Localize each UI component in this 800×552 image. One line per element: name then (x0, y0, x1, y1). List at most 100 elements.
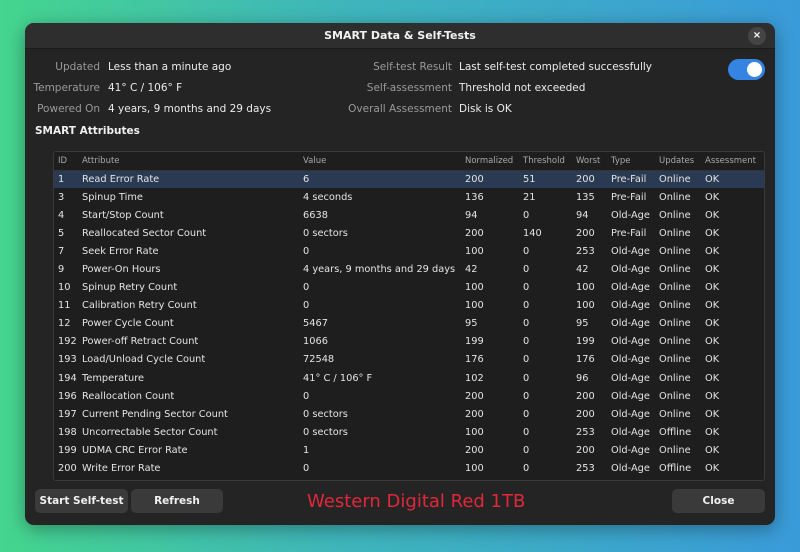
close-button[interactable]: Close (672, 489, 765, 513)
table-cell: 100 (465, 463, 484, 475)
table-row[interactable]: 4 Start/Stop Count 6638 94 0 94 Old-Age Online O… (54, 206, 764, 224)
table-cell: 0 sectors (303, 426, 348, 438)
table-cell: 0 (303, 300, 310, 312)
table-cell: OK (705, 408, 720, 420)
table-cell: 100 (465, 245, 484, 257)
table-cell: Old-Age (611, 444, 650, 456)
table-cell: 253 (576, 245, 595, 257)
column-header[interactable]: Value (299, 152, 461, 171)
table-cell: 0 (523, 318, 530, 330)
table-cell: 197 (58, 408, 77, 420)
table-cell: OK (705, 426, 720, 438)
table-row[interactable]: 194 Temperature 41° C / 106° F 102 0 96 Old-Ag… (54, 369, 764, 387)
table-cell: 72548 (303, 354, 335, 366)
table-cell: Offline (659, 426, 692, 438)
column-header[interactable]: Updates (655, 152, 701, 171)
table-cell: 199 (465, 336, 484, 348)
table-cell: Power Cycle Count (82, 318, 174, 330)
table-cell: 0 (303, 282, 310, 294)
table-row[interactable]: 1 Read Error Rate 6 200 51 200 Pre-Fail Online O… (54, 170, 764, 189)
table-cell: Old-Age (611, 463, 650, 475)
close-icon[interactable]: × (748, 27, 766, 45)
table-cell: Load/Unload Cycle Count (82, 354, 206, 366)
column-header[interactable]: ID (54, 152, 78, 171)
table-cell: 0 (523, 282, 530, 294)
smart-enable-toggle[interactable] (728, 59, 765, 80)
table-cell: 100 (576, 300, 595, 312)
table-cell: 0 (523, 209, 530, 221)
table-cell: 0 (523, 390, 530, 402)
table-cell: Old-Age (611, 354, 650, 366)
table-cell: 94 (576, 209, 589, 221)
table-row[interactable]: 200 Write Error Rate 0 100 0 253 Old-Age Offlin… (54, 460, 764, 478)
table-cell: 0 (523, 426, 530, 438)
table-row[interactable]: 11 Calibration Retry Count 0 100 0 100 Old-Age… (54, 297, 764, 315)
table-cell: Pre-Fail (611, 191, 647, 203)
table-cell: Old-Age (611, 264, 650, 276)
start-self-test-button[interactable]: Start Self-test (35, 489, 128, 513)
table-cell: 0 (523, 354, 530, 366)
table-row[interactable]: 3 Spinup Time 4 seconds 136 21 135 Pre-Fail Onl… (54, 188, 764, 206)
column-header[interactable]: Assessment (701, 152, 764, 171)
table-cell: 0 (523, 245, 530, 257)
table-cell: 100 (576, 282, 595, 294)
table-row[interactable]: 5 Reallocated Sector Count 0 sectors 200 140… (54, 224, 764, 242)
column-header[interactable]: Worst (572, 152, 607, 171)
table-cell: 135 (576, 191, 595, 203)
table-cell: Old-Age (611, 426, 650, 438)
table-cell: OK (705, 444, 720, 456)
table-cell: Pre-Fail (611, 227, 647, 239)
table-cell: 0 sectors (303, 408, 348, 420)
refresh-button[interactable]: Refresh (131, 489, 223, 513)
table-cell: 1066 (303, 336, 328, 348)
table-row[interactable]: 198 Uncorrectable Sector Count 0 sectors 10… (54, 423, 764, 441)
toggle-knob (747, 62, 762, 77)
table-row[interactable]: 193 Load/Unload Cycle Count 72548 176 0 176 Ol… (54, 351, 764, 369)
table-row[interactable]: 192 Power-off Retract Count 1066 199 0 199 Old… (54, 333, 764, 351)
table-cell: 96 (576, 372, 589, 384)
table-cell: 4 seconds (303, 191, 353, 203)
table-cell: 199 (576, 336, 595, 348)
overall-assessment-value: Disk is OK (459, 103, 512, 115)
table-cell: 199 (58, 444, 77, 456)
table-cell: OK (705, 191, 720, 203)
table-row[interactable]: 197 Current Pending Sector Count 0 sectors… (54, 405, 764, 423)
temperature-value: 41° C / 106° F (108, 82, 183, 94)
titlebar: SMART Data & Self-Tests × (25, 23, 775, 49)
table-cell: Read Error Rate (78, 170, 299, 189)
overall-assessment-label: Overall Assessment (348, 103, 452, 115)
table-cell: Online (659, 390, 691, 402)
table-row[interactable]: 9 Power-On Hours 4 years, 9 months and 29 … (54, 260, 764, 278)
table-cell: 51 (519, 170, 572, 189)
table-cell: 100 (465, 426, 484, 438)
table-cell: 200 (461, 170, 519, 189)
table-cell: 198 (58, 426, 77, 438)
table-cell: Reallocation Count (82, 390, 175, 402)
table-cell: Online (659, 336, 691, 348)
table-cell: 253 (576, 463, 595, 475)
column-header[interactable]: Attribute (78, 152, 299, 171)
table-row[interactable]: 12 Power Cycle Count 5467 95 0 95 Old-Age Onlin… (54, 315, 764, 333)
attributes-table[interactable]: ID Attribute Value Normalized Threshold Worst… (53, 151, 765, 481)
column-header[interactable]: Type (607, 152, 655, 171)
table-cell: 6638 (303, 209, 328, 221)
table-cell: Old-Age (611, 390, 650, 402)
column-header[interactable]: Threshold (519, 152, 572, 171)
column-header[interactable]: Normalized (461, 152, 519, 171)
table-row[interactable]: 196 Reallocation Count 0 200 0 200 Old-Age Onli… (54, 387, 764, 405)
table-cell: 9 (58, 264, 65, 276)
table-cell: 42 (465, 264, 478, 276)
table-row[interactable]: 199 UDMA CRC Error Rate 1 200 0 200 Old-Age Onl… (54, 441, 764, 459)
table-cell: 95 (576, 318, 589, 330)
table-cell: Old-Age (611, 300, 650, 312)
table-cell: Online (655, 170, 701, 189)
table-cell: 4 years, 9 months and 29 days (303, 264, 456, 276)
table-row[interactable]: 7 Seek Error Rate 0 100 0 253 Old-Age Online OK (54, 242, 764, 260)
table-cell: Current Pending Sector Count (82, 408, 228, 420)
table-cell: Old-Age (611, 372, 650, 384)
table-cell: OK (705, 209, 720, 221)
table-cell: 136 (465, 191, 484, 203)
table-cell: 200 (465, 408, 484, 420)
table-row[interactable]: 10 Spinup Retry Count 0 100 0 100 Old-Age Onlin… (54, 279, 764, 297)
table-cell: Online (659, 227, 691, 239)
